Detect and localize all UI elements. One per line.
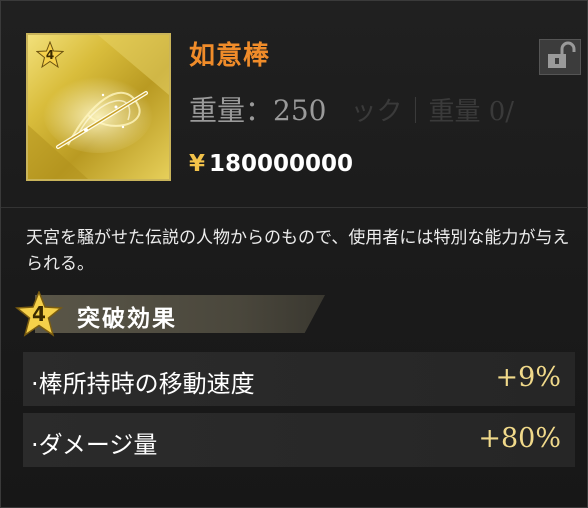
section-divider: [1, 207, 588, 208]
weight-text: 重量：250: [189, 94, 327, 127]
item-description: 天宮を騒がせた伝説の人物からのもので、使用者には特別な能力が与えられる。: [26, 228, 570, 274]
lock-toggle-button[interactable]: [539, 39, 581, 75]
effect-star-badge: 4: [15, 291, 63, 337]
item-icon-frame[interactable]: 4: [26, 33, 171, 181]
effect-section-header: 4 突破効果: [15, 291, 325, 337]
padlock-open-icon: [548, 41, 576, 68]
item-price: ¥180000000: [189, 151, 353, 177]
weight-ghost-text: ック｜重量 0/: [350, 97, 515, 127]
stat-value: +9%: [495, 362, 561, 393]
yen-symbol: ¥: [189, 151, 206, 177]
stat-value: +80%: [478, 423, 561, 454]
star-rank-number: 4: [45, 48, 55, 62]
stat-row: ·ダメージ量 +80%: [23, 413, 575, 467]
star-rank-badge: 4: [36, 41, 64, 69]
price-value: 180000000: [209, 151, 354, 177]
effect-star-number: 4: [32, 302, 46, 326]
item-tooltip-panel: 4 如意棒 重量：250 ック｜重量 0/ ¥180000000 天宮を騒がせた伝…: [0, 0, 588, 508]
item-weight: 重量：250 ック｜重量 0/: [189, 89, 514, 129]
stat-row: ·棒所持時の移動速度 +9%: [23, 352, 575, 406]
item-name: 如意棒: [189, 41, 271, 71]
stat-label: ·ダメージ量: [31, 431, 158, 459]
stat-label: ·棒所持時の移動速度: [31, 370, 255, 398]
effect-title: 突破効果: [77, 306, 177, 332]
